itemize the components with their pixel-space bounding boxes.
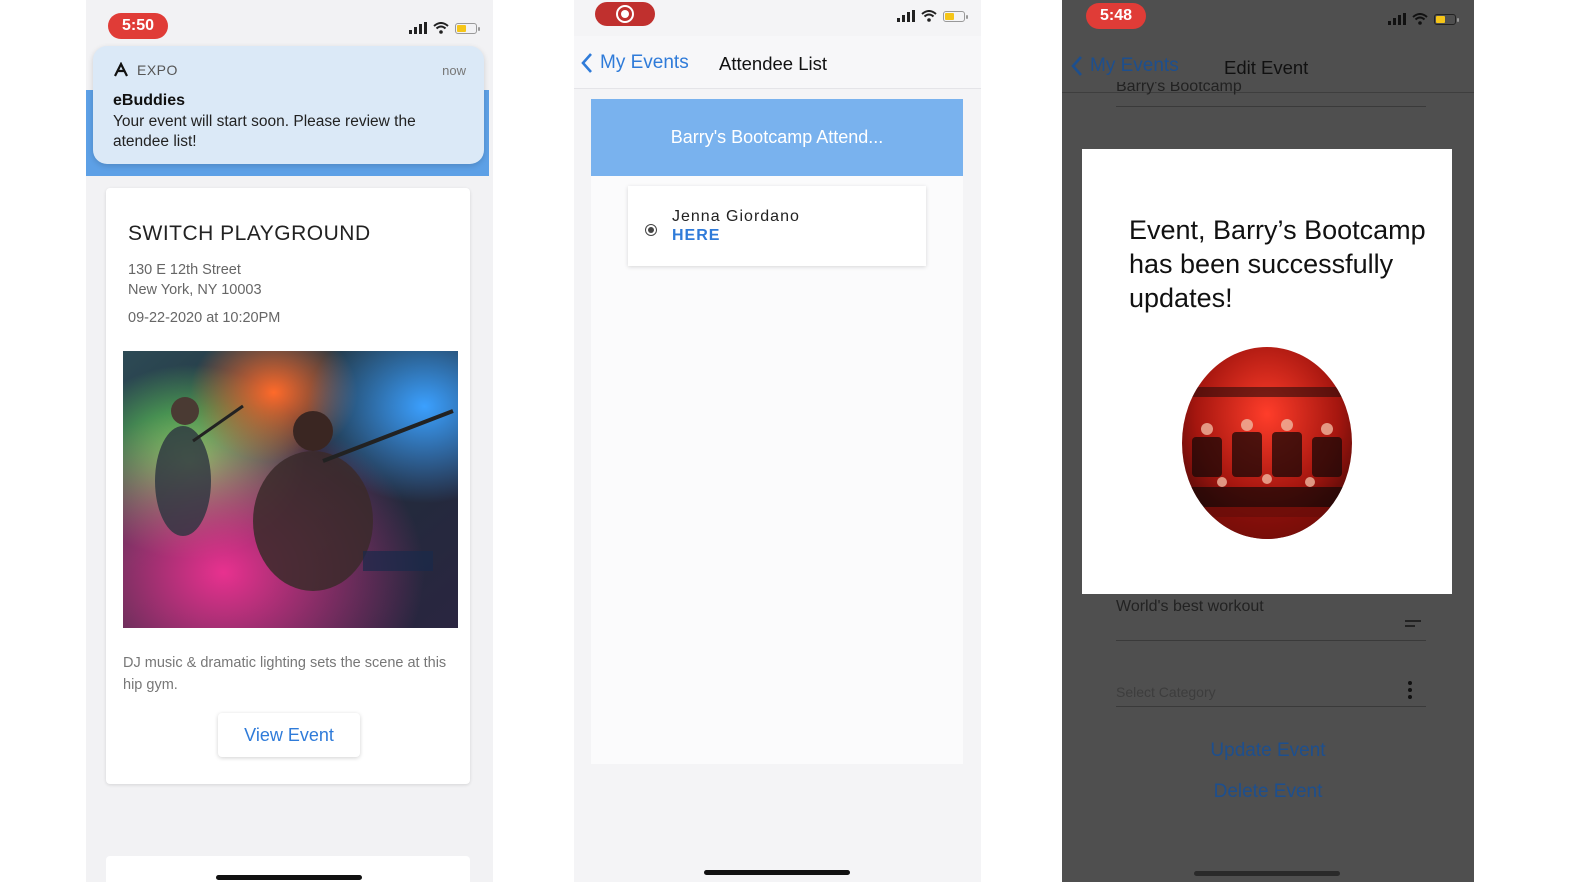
phone-screen-attendee-list: My Events Attendee List Barry's Bootcamp… [574, 0, 981, 882]
wifi-icon [921, 10, 937, 22]
address-line-2: New York, NY 10003 [128, 282, 262, 298]
view-event-button[interactable]: View Event [218, 713, 360, 757]
success-modal: Event, Barry’s Bootcamp has been success… [1082, 149, 1452, 594]
signal-icon [1388, 13, 1406, 25]
attendee-name: Jenna Giordano [672, 208, 800, 225]
signal-icon [409, 22, 427, 34]
event-name-field-clip: Barry's Bootcamp [1116, 82, 1426, 102]
attendee-status[interactable]: HERE [672, 227, 720, 245]
modal-message: Event, Barry’s Bootcamp has been success… [1129, 215, 1426, 313]
phone-screen-event-notification: 5:50 EXPO now eBuddies Your event will s… [86, 0, 493, 882]
wifi-icon [433, 22, 449, 34]
field-underline [1116, 106, 1426, 107]
page-title: Edit Event [1224, 57, 1309, 78]
field-underline [1116, 706, 1426, 707]
back-label: My Events [1090, 55, 1179, 76]
more-vertical-icon[interactable] [1408, 680, 1412, 700]
radio-icon[interactable] [645, 224, 657, 236]
record-icon [595, 2, 655, 26]
battery-icon [1434, 13, 1459, 25]
signal-icon [897, 10, 915, 22]
home-indicator[interactable] [1194, 871, 1340, 876]
notification-app-name: EXPO [137, 62, 178, 78]
back-button[interactable]: My Events [580, 52, 689, 74]
phone-screen-edit-event: 5:48 My Events Edit Event Barry's Bootca… [1062, 0, 1474, 882]
event-name-field[interactable]: Barry's Bootcamp [1116, 82, 1242, 96]
event-photo [123, 351, 458, 628]
page-title: Attendee List [719, 53, 827, 74]
event-card: SWITCH PLAYGROUND 130 E 12th Street New … [106, 188, 470, 784]
event-datetime: 09-22-2020 at 10:20PM [128, 310, 281, 326]
notification-title: eBuddies [113, 92, 186, 109]
status-time: 5:48 [1086, 3, 1146, 29]
navigation-bar: My Events Attendee List [574, 36, 981, 89]
category-select[interactable]: Select Category [1116, 684, 1216, 700]
status-time: 5:50 [108, 13, 168, 39]
description-field[interactable]: World's best workout [1116, 598, 1264, 616]
event-title: SWITCH PLAYGROUND [128, 222, 371, 245]
back-button[interactable]: My Events [1070, 55, 1179, 77]
notification-body: Your event will start soon. Please revie… [113, 113, 416, 150]
home-indicator[interactable] [216, 875, 362, 880]
wifi-icon [1412, 13, 1428, 25]
event-description: DJ music & dramatic lighting sets the sc… [123, 655, 447, 693]
attendee-list-header: Barry's Bootcamp Attend... [591, 99, 963, 176]
expo-logo-icon [114, 62, 128, 77]
back-label: My Events [600, 52, 689, 73]
list-item[interactable]: Jenna Giordano HERE [628, 186, 926, 266]
chevron-left-icon [1071, 56, 1082, 76]
address-line-1: 130 E 12th Street [128, 262, 241, 278]
field-underline [1116, 640, 1426, 641]
push-notification[interactable]: EXPO now eBuddies Your event will start … [93, 46, 484, 164]
delete-event-button[interactable]: Delete Event [1062, 781, 1474, 803]
update-event-button[interactable]: Update Event [1062, 740, 1474, 762]
battery-icon [943, 10, 968, 22]
home-indicator[interactable] [704, 870, 850, 875]
status-bar: 5:50 [86, 0, 493, 50]
chevron-left-icon [581, 53, 592, 73]
menu-lines-icon [1405, 620, 1421, 627]
battery-icon [455, 22, 480, 34]
notification-time: now [442, 63, 466, 78]
event-image [1182, 347, 1352, 539]
event-address: 130 E 12th Street New York, NY 10003 [128, 260, 262, 300]
